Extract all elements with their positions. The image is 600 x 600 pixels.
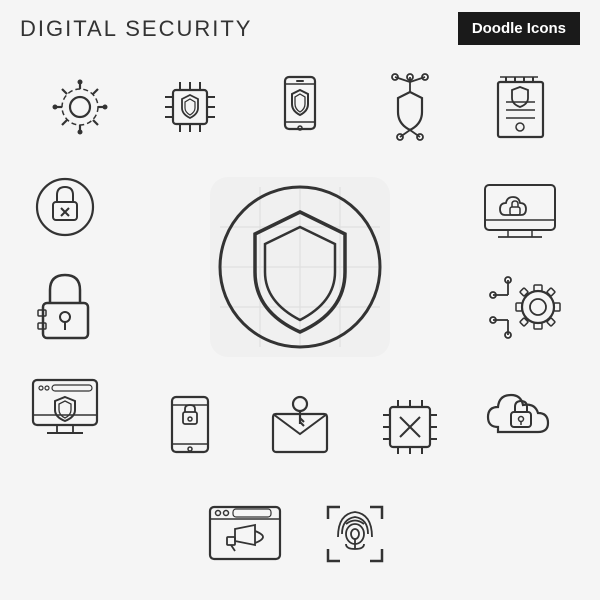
- page-title: DIGITAL SECURITY: [20, 16, 252, 42]
- bottom-phone-lock-icon: [135, 382, 245, 472]
- network-shield-icon: [355, 57, 465, 157]
- bottom-mail-key-icon: [245, 382, 355, 472]
- center-main-area: [130, 157, 470, 472]
- monitor-cloud-lock-icon: [470, 157, 580, 257]
- gear-digital-icon: [470, 257, 580, 357]
- bottom-icon-row: [0, 484, 600, 584]
- bottom-chip-lock-icon: [355, 382, 465, 472]
- bottom-fingerprint-icon: [300, 484, 410, 584]
- bottom-center-row: [135, 382, 465, 472]
- notebook-shield-icon: [465, 57, 575, 157]
- monitor-shield-icon: [10, 357, 120, 457]
- locked-circle-icon: [10, 157, 120, 257]
- top-icon-row: [0, 57, 600, 157]
- phone-shield-icon: [245, 57, 355, 157]
- padlock-icon: [10, 257, 120, 357]
- left-icon-col: [10, 157, 130, 472]
- center-shield-icon: [200, 167, 400, 367]
- header: DIGITAL SECURITY Doodle Icons: [0, 0, 600, 57]
- chip-shield-icon: [135, 57, 245, 157]
- bottom-browser-alert-icon: [190, 484, 300, 584]
- cloud-lock-icon: [470, 357, 580, 457]
- right-icon-col: [470, 157, 590, 472]
- brand-label: Doodle Icons: [458, 12, 580, 45]
- cyber-gear-icon: [25, 57, 135, 157]
- middle-section: [0, 157, 600, 482]
